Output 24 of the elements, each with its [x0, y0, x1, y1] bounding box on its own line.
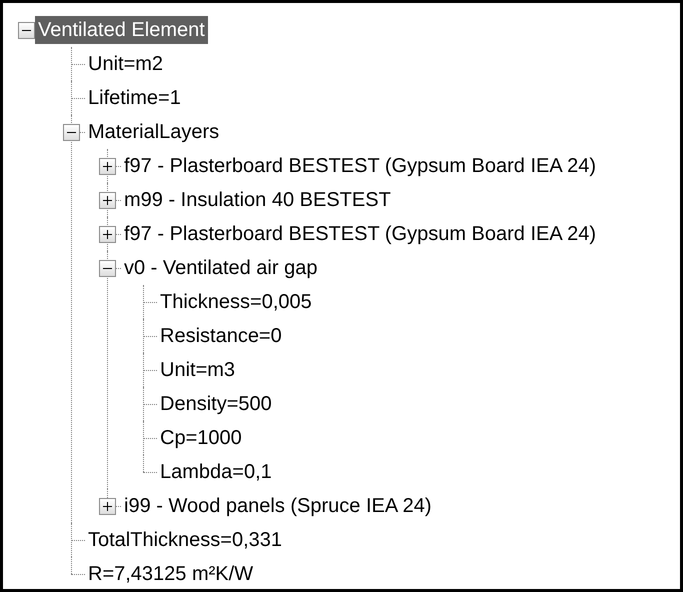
tree-toggle[interactable]: [99, 158, 116, 174]
tree-toggle[interactable]: [99, 226, 116, 242]
tree-item[interactable]: Lambda=0,1: [157, 458, 275, 486]
tree-item[interactable]: MaterialLayers: [85, 118, 222, 146]
tree-item[interactable]: TotalThickness=0,331: [85, 526, 286, 554]
tree-item[interactable]: R=7,43125 m²K/W: [85, 560, 256, 588]
tree-toggle[interactable]: [63, 124, 80, 140]
tree-item[interactable]: Lifetime=1: [85, 84, 184, 112]
tree-item[interactable]: i99 - Wood panels (Spruce IEA 24): [121, 492, 435, 520]
tree-item[interactable]: m99 - Insulation 40 BESTEST: [121, 186, 394, 214]
tree-item[interactable]: v0 - Ventilated air gap: [121, 254, 320, 282]
tree-toggle[interactable]: [99, 498, 116, 514]
tree-item[interactable]: Unit=m2: [85, 50, 166, 78]
tree-item[interactable]: Thickness=0,005: [157, 288, 315, 316]
tree-item[interactable]: f97 - Plasterboard BESTEST (Gypsum Board IEA 24): [121, 220, 600, 248]
tree-item[interactable]: Cp=1000: [157, 424, 245, 452]
tree-toggle[interactable]: [99, 192, 116, 208]
tree-toggle[interactable]: [18, 22, 35, 38]
tree-item[interactable]: Density=500: [157, 390, 275, 418]
tree-item[interactable]: f97 - Plasterboard BESTEST (Gypsum Board IEA 24): [121, 152, 600, 180]
tree-item[interactable]: Resistance=0: [157, 322, 285, 350]
tree-item[interactable]: Ventilated Element: [35, 16, 208, 44]
tree-toggle[interactable]: [99, 260, 116, 276]
tree-item[interactable]: Unit=m3: [157, 356, 238, 384]
